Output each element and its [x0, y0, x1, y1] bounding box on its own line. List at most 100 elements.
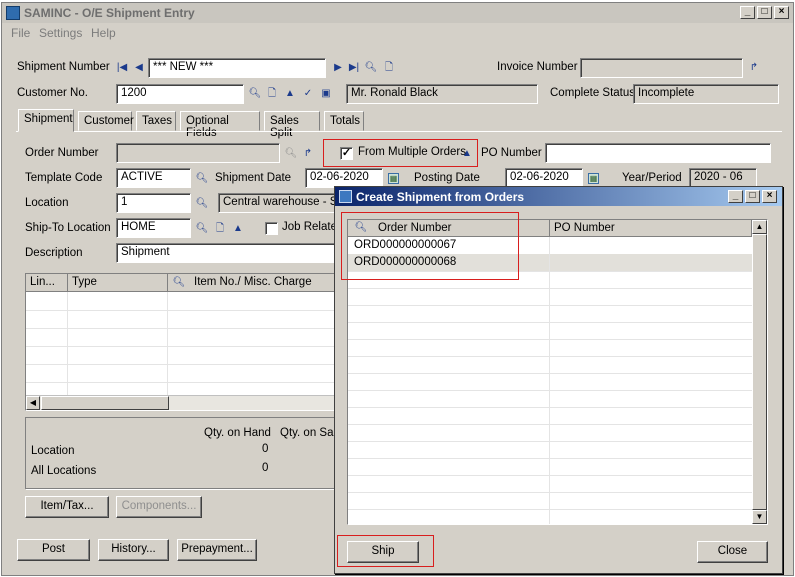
zoom-up-icon[interactable]: ▲ — [283, 87, 297, 101]
title-bar: SAMINC - O/E Shipment Entry _ □ × — [2, 3, 793, 23]
job-related-checkbox[interactable] — [265, 222, 278, 235]
menu-settings[interactable]: Settings — [39, 26, 82, 40]
scroll-left-icon[interactable]: ◀ — [26, 396, 40, 410]
grid-row-line — [348, 424, 752, 425]
customer-name-field: Mr. Ronald Black — [346, 84, 538, 104]
year-period-field: 2020 - 06 — [689, 168, 757, 188]
location-field[interactable]: 1 — [116, 193, 191, 213]
close-button[interactable]: Close — [697, 541, 768, 563]
dialog-minimize-button[interactable]: _ — [728, 190, 743, 203]
history-button[interactable]: History... — [98, 539, 169, 561]
check-credit-icon[interactable]: ✓ — [301, 87, 315, 101]
grid-row-line — [348, 373, 752, 374]
new-document-icon[interactable]: 🗋 — [382, 61, 396, 75]
menu-file[interactable]: File — [11, 26, 30, 40]
shipment-number-label: Shipment Number — [17, 61, 110, 73]
scroll-up-icon[interactable]: ▲ — [752, 220, 767, 234]
scroll-down-icon[interactable]: ▼ — [752, 510, 767, 524]
grid-row-line — [26, 310, 335, 311]
ship-to-location-label: Ship-To Location — [25, 222, 111, 234]
post-button[interactable]: Post — [17, 539, 90, 561]
previous-record-icon[interactable]: ◀ — [132, 61, 146, 75]
invoice-number-field — [580, 58, 743, 78]
first-record-icon[interactable]: |◀ — [115, 61, 129, 75]
customer-no-field[interactable]: 1200 — [116, 84, 244, 104]
posting-date-field[interactable]: 02-06-2020 — [505, 168, 583, 188]
order-drilldown-icon[interactable]: ↱ — [301, 147, 315, 161]
item-column-finder-icon[interactable]: 🔍︎ — [172, 276, 186, 290]
tab-panel-border — [16, 131, 782, 132]
minimize-button[interactable]: _ — [740, 6, 755, 19]
tab-sales-split[interactable]: Sales Split — [264, 111, 320, 139]
year-period-label: Year/Period — [622, 172, 682, 184]
scroll-thumb[interactable] — [41, 396, 169, 410]
all-locations-qty-value: 0 — [262, 462, 269, 474]
description-field[interactable]: Shipment — [116, 243, 336, 263]
template-code-field[interactable]: ACTIVE — [116, 168, 191, 188]
customer-info-icon[interactable]: ▣ — [319, 87, 333, 101]
multiple-orders-zoom-icon[interactable]: ▲ — [460, 147, 474, 161]
finder-search-icon[interactable]: 🔍︎ — [364, 61, 378, 75]
from-multiple-orders-label: From Multiple Orders — [358, 146, 466, 158]
posting-date-calendar-icon[interactable]: ▦ — [588, 173, 599, 184]
components-button: Components... — [116, 496, 202, 518]
order-number-field — [116, 143, 280, 163]
item-tax-button[interactable]: Item/Tax... — [25, 496, 109, 518]
shipment-date-field[interactable]: 02-06-2020 — [305, 168, 383, 188]
description-label: Description — [25, 247, 83, 259]
ship-to-finder-icon[interactable]: 🔍︎ — [195, 222, 209, 236]
grid-row-line — [348, 305, 752, 306]
tab-customer[interactable]: Customer — [78, 111, 134, 131]
grid-col-line — [549, 237, 550, 524]
from-multiple-orders-checkbox[interactable]: ✓ — [340, 147, 353, 160]
column-header-item[interactable]: Item No./ Misc. Charge — [168, 274, 335, 292]
scroll-thumb[interactable] — [752, 234, 767, 510]
quantity-group: Qty. on Hand Qty. on Sale Location 0 All… — [25, 417, 342, 489]
location-qty-label: Location — [31, 445, 75, 457]
last-record-icon[interactable]: ▶| — [347, 61, 361, 75]
highlight-order-rows — [341, 212, 519, 280]
vertical-scrollbar[interactable]: ▲ ▼ — [752, 220, 767, 524]
tab-shipment[interactable]: Shipment — [18, 109, 74, 132]
detail-grid[interactable]: Lin... Type Item No./ Misc. Charge 🔍︎ ◀ — [25, 273, 336, 411]
shipment-date-label: Shipment Date — [215, 172, 292, 184]
close-window-button[interactable]: × — [774, 6, 789, 19]
template-code-label: Template Code — [25, 172, 103, 184]
grid-row-line — [26, 346, 335, 347]
location-finder-icon[interactable]: 🔍︎ — [195, 197, 209, 211]
posting-date-label: Posting Date — [414, 172, 480, 184]
customer-new-icon[interactable]: 🗋 — [265, 87, 279, 101]
next-record-icon[interactable]: ▶ — [331, 61, 345, 75]
shipment-number-field[interactable]: *** NEW *** — [148, 58, 326, 78]
qty-on-hand-label: Qty. on Hand — [204, 427, 271, 439]
ship-to-location-field[interactable]: HOME — [116, 218, 191, 238]
horizontal-scrollbar[interactable]: ◀ — [26, 395, 335, 410]
shipment-date-calendar-icon[interactable]: ▦ — [388, 173, 399, 184]
tab-totals[interactable]: Totals — [324, 111, 364, 131]
grid-row-line — [348, 356, 752, 357]
grid-row-line — [348, 339, 752, 340]
grid-row-line — [348, 475, 752, 476]
menu-help[interactable]: Help — [91, 26, 116, 40]
prepayment-button[interactable]: Prepayment... — [177, 539, 257, 561]
column-header-po-number[interactable]: PO Number — [550, 220, 752, 237]
column-header-type[interactable]: Type — [68, 274, 168, 292]
customer-finder-icon[interactable]: 🔍︎ — [248, 87, 262, 101]
grid-row-line — [348, 288, 752, 289]
app-icon — [6, 6, 20, 20]
ship-to-zoom-icon[interactable]: ▲ — [231, 222, 245, 236]
tab-optional-fields[interactable]: Optional Fields — [180, 111, 260, 139]
grid-row-line — [26, 328, 335, 329]
template-finder-icon[interactable]: 🔍︎ — [195, 172, 209, 186]
tab-taxes[interactable]: Taxes — [136, 111, 176, 131]
maximize-button[interactable]: □ — [757, 6, 772, 19]
complete-status-label: Complete Status — [550, 87, 636, 99]
dialog-maximize-button[interactable]: □ — [745, 190, 760, 203]
drilldown-icon[interactable]: ↱ — [747, 61, 761, 75]
grid-row-line — [26, 382, 335, 383]
ship-to-new-icon[interactable]: 🗋 — [213, 222, 227, 236]
po-number-field[interactable] — [545, 143, 771, 163]
po-number-label: PO Number — [481, 147, 542, 159]
dialog-close-window-button[interactable]: × — [762, 190, 777, 203]
column-header-line[interactable]: Lin... — [26, 274, 68, 292]
